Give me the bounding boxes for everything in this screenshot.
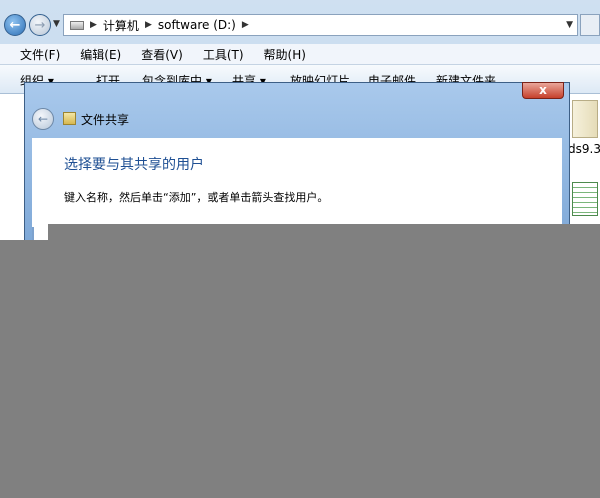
file-label[interactable]: ds9.3: [568, 142, 600, 156]
menu-view[interactable]: 查看(V): [141, 46, 189, 63]
breadcrumb-computer[interactable]: 计算机: [103, 17, 139, 34]
close-button[interactable]: x: [522, 82, 564, 99]
redaction-overlay: [0, 240, 600, 498]
chevron-right-icon[interactable]: ▶: [242, 20, 249, 30]
dialog-back-button[interactable]: ←: [32, 108, 54, 130]
refresh-button[interactable]: [580, 14, 600, 36]
address-dropdown-icon[interactable]: ▼: [566, 20, 573, 30]
forward-button[interactable]: →: [29, 14, 51, 36]
history-dropdown-icon[interactable]: ▼: [53, 19, 60, 29]
user-name-input[interactable]: [32, 227, 48, 240]
drive-icon: [70, 20, 84, 30]
chevron-right-icon[interactable]: ▶: [145, 20, 152, 30]
address-bar[interactable]: ▶ 计算机 ▶ software (D:) ▶ ▼: [63, 14, 578, 36]
spreadsheet-icon[interactable]: [572, 182, 598, 216]
dialog-instruction: 键入名称，然后单击“添加”，或者单击箭头查找用户。: [64, 191, 329, 204]
redaction-overlay: [48, 224, 600, 240]
menu-help[interactable]: 帮助(H): [264, 46, 312, 63]
dialog-heading: 选择要与其共享的用户: [64, 157, 204, 173]
menu-edit[interactable]: 编辑(E): [80, 46, 127, 63]
arrow-left-icon: ←: [9, 17, 21, 33]
menu-bar: 文件(F) 编辑(E) 查看(V) 工具(T) 帮助(H): [0, 44, 600, 65]
arrow-left-icon: ←: [37, 112, 49, 126]
arrow-right-icon: →: [34, 17, 46, 33]
file-sharing-icon: [63, 112, 76, 125]
breadcrumb-drive[interactable]: software (D:): [158, 18, 236, 32]
file-icon[interactable]: [572, 100, 598, 138]
back-button[interactable]: ←: [4, 14, 26, 36]
address-row: ← → ▼ ▶ 计算机 ▶ software (D:) ▶ ▼: [0, 0, 600, 44]
dialog-title: 文件共享: [81, 113, 130, 127]
chevron-right-icon[interactable]: ▶: [90, 20, 97, 30]
menu-tools[interactable]: 工具(T): [203, 46, 250, 63]
menu-file[interactable]: 文件(F): [20, 46, 66, 63]
